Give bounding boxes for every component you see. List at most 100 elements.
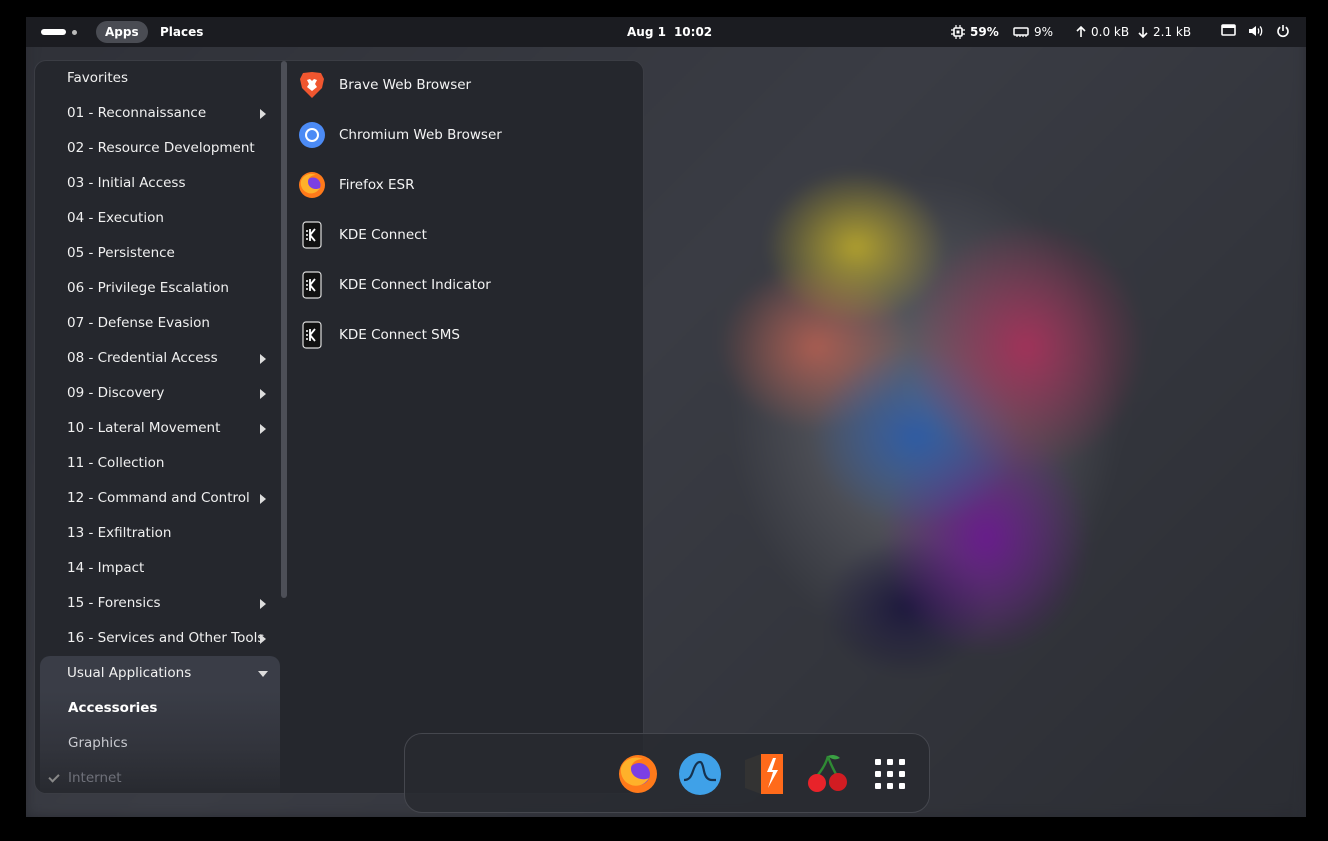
category-09-discovery[interactable]: 09 - Discovery <box>40 376 280 411</box>
category-label: 03 - Initial Access <box>67 175 186 191</box>
category-label: 09 - Discovery <box>67 385 165 401</box>
category-label: 07 - Defense Evasion <box>67 315 210 331</box>
checkmark-icon <box>48 771 60 783</box>
category-05-persistence[interactable]: 05 - Persistence <box>40 236 280 271</box>
category-label: 04 - Execution <box>67 210 164 226</box>
scrollbar-thumb[interactable] <box>281 61 287 598</box>
category-08-credential-access[interactable]: 08 - Credential Access <box>40 341 280 376</box>
wireshark-icon <box>679 753 721 795</box>
app-firefox[interactable]: Firefox ESR <box>297 165 637 205</box>
app-grid-icon <box>875 759 905 789</box>
category-label: Usual Applications <box>67 665 192 681</box>
category-06-privilege-escalation[interactable]: 06 - Privilege Escalation <box>40 271 280 306</box>
date-label: Aug 1 <box>627 25 666 39</box>
places-menu-button[interactable]: Places <box>160 21 203 43</box>
chevron-down-icon <box>258 671 268 677</box>
app-brave[interactable]: Brave Web Browser <box>297 65 637 105</box>
app-label: KDE Connect SMS <box>339 327 460 343</box>
firefox-icon <box>297 170 327 200</box>
app-kde-connect[interactable]: KDE Connect <box>297 215 637 255</box>
category-14-impact[interactable]: 14 - Impact <box>40 551 280 586</box>
volume-icon[interactable] <box>1248 24 1264 38</box>
arrow-up-icon <box>1076 26 1086 37</box>
category-scrollbar[interactable] <box>280 61 288 598</box>
category-label: 05 - Persistence <box>67 245 175 261</box>
chevron-right-icon <box>260 634 266 644</box>
app-kde-connect-sms[interactable]: KDE Connect SMS <box>297 315 637 355</box>
subcategory-label: Accessories <box>68 700 158 716</box>
upload-indicator[interactable]: 0.0 kB <box>1076 21 1129 43</box>
desktop: Apps Places Aug 1 10:02 59% 9% 0.0 kB 2.… <box>26 17 1306 817</box>
memory-value: 9% <box>1034 25 1054 39</box>
memory-indicator[interactable]: 9% <box>1013 21 1053 43</box>
category-01-reconnaissance[interactable]: 01 - Reconnaissance <box>40 96 280 131</box>
subcategory-internet[interactable]: Internet <box>40 761 280 793</box>
cpu-value: 59% <box>970 25 999 39</box>
category-favorites[interactable]: Favorites <box>40 61 280 96</box>
chevron-right-icon <box>260 494 266 504</box>
chevron-right-icon <box>260 424 266 434</box>
brave-icon <box>297 70 327 100</box>
app-kde-connect-indicator[interactable]: KDE Connect Indicator <box>297 265 637 305</box>
subcategory-graphics[interactable]: Graphics <box>40 726 280 761</box>
dock-show-apps[interactable] <box>867 751 913 797</box>
app-chromium[interactable]: Chromium Web Browser <box>297 115 637 155</box>
category-list: Favorites 01 - Reconnaissance 02 - Resourc… <box>40 61 280 793</box>
time-label: 10:02 <box>673 25 713 39</box>
app-label: KDE Connect <box>339 227 427 243</box>
active-workspace-indicator <box>41 29 66 35</box>
category-label: Favorites <box>67 70 128 86</box>
subcategory-list: Accessories Graphics Internet <box>40 691 280 793</box>
category-label: 01 - Reconnaissance <box>67 105 207 121</box>
category-16-services-and-other-tools[interactable]: 16 - Services and Other Tools <box>40 621 280 656</box>
app-label: Chromium Web Browser <box>339 127 502 143</box>
cpu-indicator[interactable]: 59% <box>951 21 999 43</box>
upload-value: 0.0 kB <box>1091 25 1130 39</box>
category-15-forensics[interactable]: 15 - Forensics <box>40 586 280 621</box>
category-label: 14 - Impact <box>67 560 145 576</box>
category-label: 12 - Command and Control <box>67 490 250 506</box>
chevron-right-icon <box>260 389 266 399</box>
chevron-right-icon <box>260 109 266 119</box>
app-label: Firefox ESR <box>339 177 415 193</box>
download-indicator[interactable]: 2.1 kB <box>1138 21 1191 43</box>
apps-menu: Favorites 01 - Reconnaissance 02 - Resourc… <box>34 60 644 794</box>
category-label: 08 - Credential Access <box>67 350 218 366</box>
activities-indicator[interactable] <box>41 29 79 35</box>
dock-cherrytree[interactable] <box>805 751 851 797</box>
category-10-lateral-movement[interactable]: 10 - Lateral Movement <box>40 411 280 446</box>
category-label: 06 - Privilege Escalation <box>67 280 229 296</box>
category-07-defense-evasion[interactable]: 07 - Defense Evasion <box>40 306 280 341</box>
dock-wireshark[interactable] <box>677 751 723 797</box>
category-11-collection[interactable]: 11 - Collection <box>40 446 280 481</box>
chevron-right-icon <box>260 599 266 609</box>
category-label: 16 - Services and Other Tools <box>67 630 265 646</box>
category-04-execution[interactable]: 04 - Execution <box>40 201 280 236</box>
workspace-dot <box>72 30 77 35</box>
kde-connect-icon <box>297 270 327 300</box>
kde-connect-icon <box>297 320 327 350</box>
cpu-icon <box>951 25 965 39</box>
dock-burpsuite[interactable] <box>741 751 787 797</box>
clock[interactable]: Aug 1 10:02 <box>627 21 712 43</box>
category-02-resource-development[interactable]: 02 - Resource Development <box>40 131 280 166</box>
dock-firefox[interactable] <box>615 751 661 797</box>
display-icon[interactable] <box>1221 24 1236 38</box>
category-12-command-and-control[interactable]: 12 - Command and Control <box>40 481 280 516</box>
arrow-down-icon <box>1138 27 1148 38</box>
subcategory-label: Graphics <box>68 735 128 751</box>
dock <box>404 733 930 813</box>
subcategory-accessories[interactable]: Accessories <box>40 691 280 726</box>
category-label: 11 - Collection <box>67 455 165 471</box>
category-label: 15 - Forensics <box>67 595 161 611</box>
chromium-icon <box>297 120 327 150</box>
category-13-exfiltration[interactable]: 13 - Exfiltration <box>40 516 280 551</box>
category-03-initial-access[interactable]: 03 - Initial Access <box>40 166 280 201</box>
kde-connect-icon <box>297 220 327 250</box>
app-label: Brave Web Browser <box>339 77 472 93</box>
subcategory-label: Internet <box>68 770 122 786</box>
category-usual-applications[interactable]: Usual Applications <box>40 656 280 691</box>
power-icon[interactable] <box>1276 24 1290 38</box>
apps-menu-button[interactable]: Apps <box>96 21 148 43</box>
category-label: 02 - Resource Development <box>67 140 255 156</box>
